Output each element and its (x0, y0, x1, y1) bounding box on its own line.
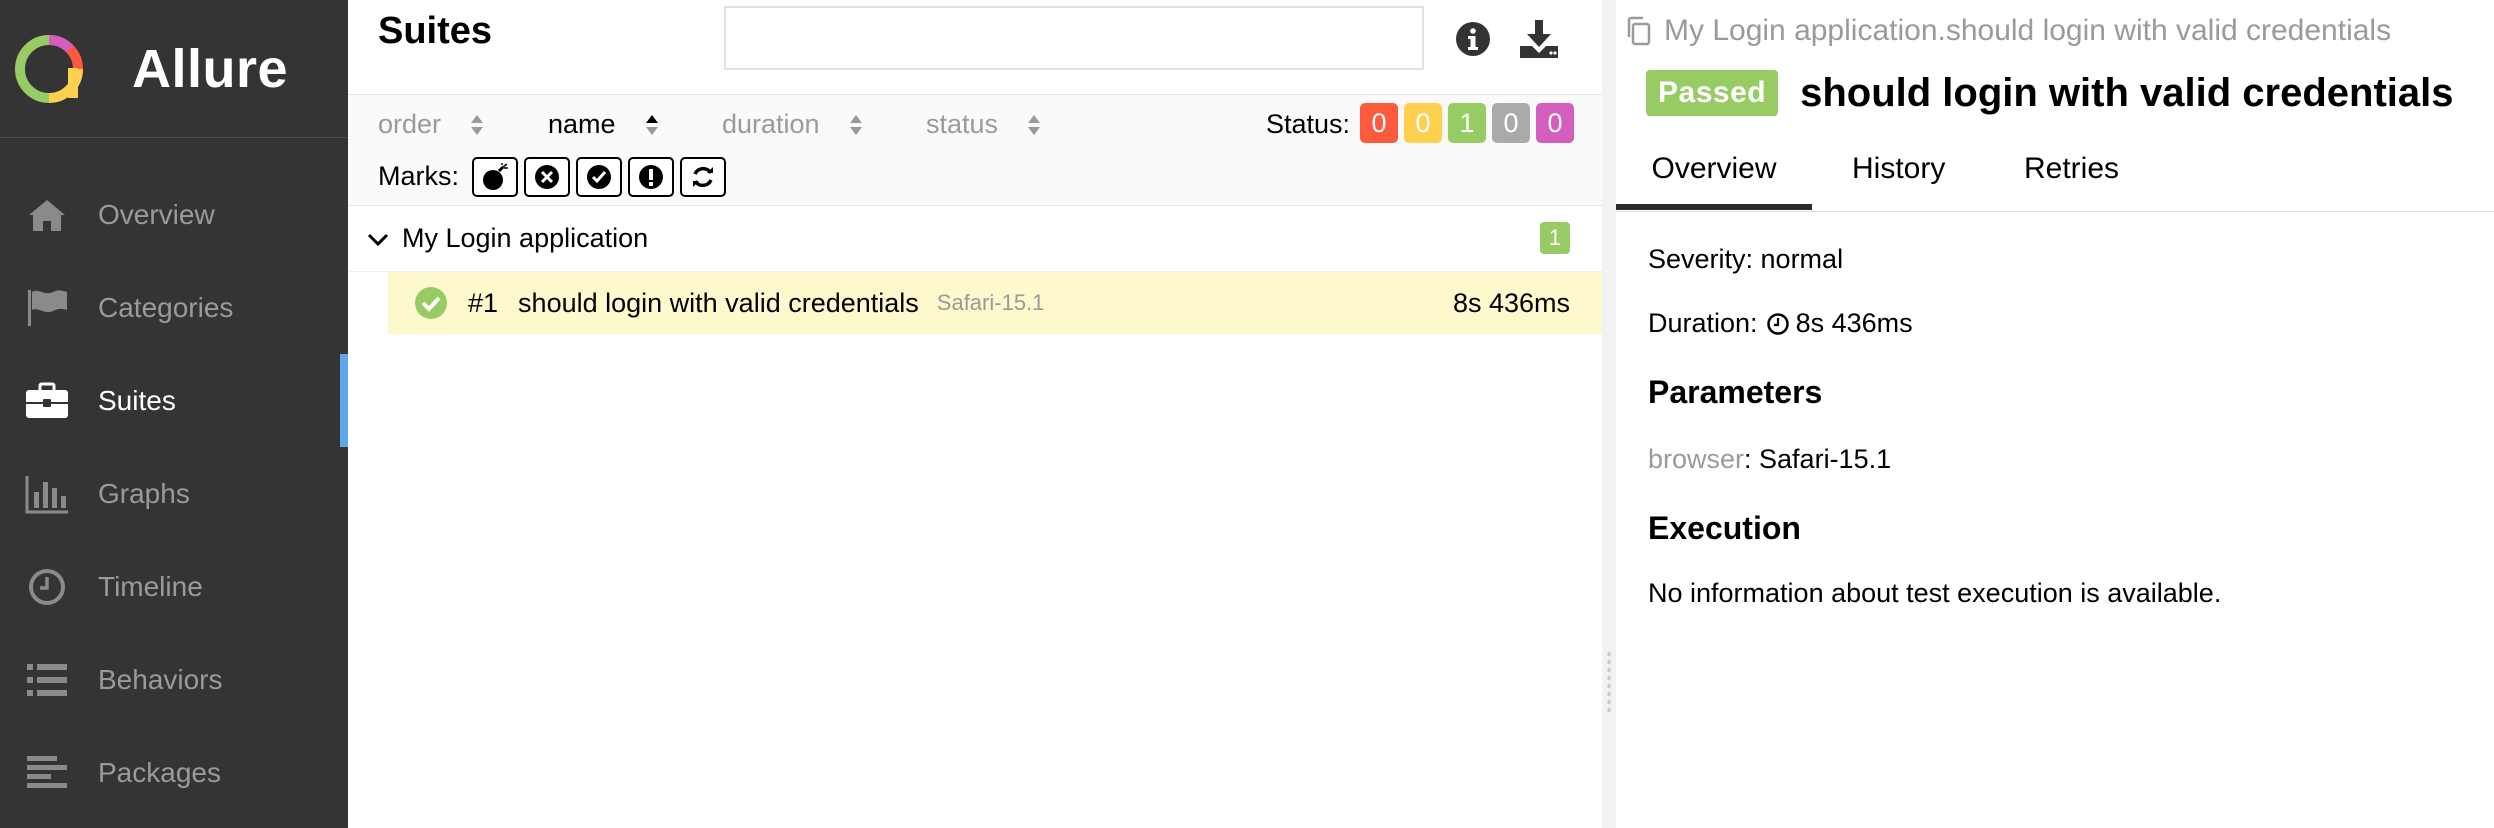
duration-label: Duration: (1648, 308, 1758, 338)
sidebar-item-label: Timeline (98, 570, 203, 602)
suite-group-name: My Login application (402, 223, 649, 253)
execution-info-text: No information about test execution is a… (1648, 578, 2222, 608)
parameter-key: browser (1648, 444, 1745, 474)
test-case-row[interactable]: #1 should login with valid credentials S… (388, 272, 1602, 334)
search-input[interactable] (724, 6, 1424, 70)
tab-history[interactable]: History (1852, 152, 1945, 210)
sort-duration[interactable]: duration (722, 109, 864, 140)
allure-logo-icon (15, 34, 83, 103)
sort-order[interactable]: order (378, 109, 485, 140)
parameters-heading: Parameters (1648, 374, 1823, 410)
test-detail-pane: My Login application.should login with v… (1616, 0, 2494, 828)
flaky-mark-toggle[interactable] (472, 157, 518, 197)
brand[interactable]: Allure (0, 0, 348, 138)
times-circle-icon (535, 165, 559, 189)
pane-splitter[interactable] (1602, 0, 1616, 828)
status-unknown-toggle[interactable]: 0 (1536, 103, 1574, 143)
download-icon[interactable] (1518, 18, 1560, 60)
test-case-name: should login with valid credentials (518, 287, 919, 318)
new-broken-mark-toggle[interactable] (628, 157, 674, 197)
bar-chart-icon (24, 471, 70, 517)
marks-filter (472, 157, 732, 197)
copy-icon[interactable] (1624, 16, 1654, 46)
sidebar-item-label: Behaviors (98, 663, 223, 695)
parameter-row: browser: Safari-15.1 (1648, 444, 1891, 475)
status-failed-toggle[interactable]: 0 (1360, 103, 1398, 143)
duration-value: 8s 436ms (1795, 308, 1913, 338)
sidebar-item-label: Suites (98, 384, 176, 416)
align-left-icon (24, 750, 70, 796)
sort-arrows-icon (848, 113, 864, 137)
page-title: Suites (378, 10, 493, 52)
sidebar-item-timeline[interactable]: Timeline (0, 540, 348, 633)
drag-handle-icon (1606, 650, 1612, 714)
refresh-icon (693, 166, 713, 188)
sort-label: status (926, 109, 999, 139)
test-case-parameter: Safari-15.1 (936, 290, 1045, 315)
sort-status[interactable]: status (926, 109, 1042, 140)
suite-group[interactable]: My Login application 1 (348, 206, 1602, 272)
severity-text: Severity: normal (1648, 244, 1844, 274)
breadcrumb: My Login application.should login with v… (1624, 14, 2391, 48)
status-skipped-toggle[interactable]: 0 (1492, 103, 1530, 143)
chevron-down-icon (367, 233, 389, 246)
sort-label: order (378, 109, 442, 139)
home-icon (24, 192, 70, 238)
sort-name[interactable]: name (548, 109, 660, 140)
sort-arrows-icon (1026, 113, 1042, 137)
list-icon (24, 657, 70, 703)
sidebar-item-categories[interactable]: Categories (0, 261, 348, 354)
sidebar-item-packages[interactable]: Packages (0, 726, 348, 819)
test-case-duration: 8s 436ms (1452, 287, 1570, 318)
sidebar-item-graphs[interactable]: Graphs (0, 447, 348, 540)
test-name-heading: should login with valid credentials (1800, 70, 2454, 115)
detail-tabs: Overview History Retries (1616, 140, 2494, 212)
parameter-value: : Safari-15.1 (1744, 444, 1892, 474)
test-title: Passed should login with valid credentia… (1646, 70, 2454, 116)
duration-line: Duration: 8s 436ms (1648, 308, 1913, 339)
passed-count-badge: 1 (1540, 222, 1570, 254)
status-passed-toggle[interactable]: 1 (1448, 103, 1486, 143)
tab-overview[interactable]: Overview (1616, 152, 1812, 210)
new-passed-mark-toggle[interactable] (576, 157, 622, 197)
sidebar-item-label: Overview (98, 198, 215, 230)
sidebar-item-label: Categories (98, 291, 234, 323)
sort-label: name (548, 109, 616, 139)
sidebar-item-label: Graphs (98, 477, 190, 509)
status-badge: Passed (1646, 70, 1779, 116)
passed-status-icon (415, 287, 447, 319)
execution-heading: Execution (1648, 510, 1801, 546)
retries-mark-toggle[interactable] (680, 157, 726, 197)
sidebar-item-overview[interactable]: Overview (0, 168, 348, 261)
flag-icon (24, 285, 70, 331)
sort-arrows-icon (644, 113, 660, 137)
tab-retries[interactable]: Retries (2024, 152, 2119, 210)
allure-report-app: Allure Overview Categories Suites Graphs… (0, 0, 2494, 828)
check-circle-icon (587, 165, 611, 189)
sidebar-item-label: Packages (98, 756, 221, 788)
info-icon[interactable] (1454, 20, 1492, 58)
clock-icon (24, 564, 70, 610)
status-filter: 0 0 1 0 0 (1360, 103, 1580, 143)
sidebar-item-suites[interactable]: Suites (0, 354, 348, 447)
clock-icon (1766, 312, 1789, 335)
sort-bar: order name duration status Status: 0 0 1… (348, 94, 1602, 206)
bomb-icon (483, 163, 508, 190)
test-case-number: #1 (468, 287, 499, 318)
briefcase-icon (24, 378, 70, 424)
sidebar-item-behaviors[interactable]: Behaviors (0, 633, 348, 726)
brand-name: Allure (132, 38, 289, 99)
status-filter-label: Status: (1266, 109, 1351, 139)
sidebar: Allure Overview Categories Suites Graphs… (0, 0, 348, 828)
exclamation-circle-icon (639, 165, 663, 189)
new-failed-mark-toggle[interactable] (524, 157, 570, 197)
suites-pane: Suites order name duration status Status… (348, 0, 1602, 828)
status-broken-toggle[interactable]: 0 (1404, 103, 1442, 143)
sort-arrows-icon (469, 113, 485, 137)
marks-label: Marks: (378, 161, 459, 191)
sort-label: duration (722, 109, 820, 139)
breadcrumb-text: My Login application.should login with v… (1664, 14, 2392, 47)
sidebar-nav: Overview Categories Suites Graphs Timeli… (0, 168, 348, 819)
